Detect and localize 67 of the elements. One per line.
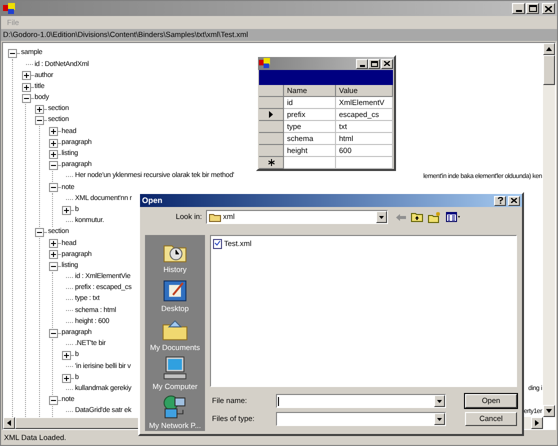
- minimize-icon: [516, 10, 522, 12]
- close-button[interactable]: [381, 58, 393, 68]
- scroll-right-button[interactable]: [531, 417, 543, 429]
- new-row-icon: [268, 159, 274, 166]
- vertical-scrollbar[interactable]: [543, 43, 555, 417]
- row-header[interactable]: [259, 157, 284, 169]
- collapse-icon[interactable]: [22, 94, 30, 103]
- header-corner: [259, 85, 284, 97]
- maximize-icon: [528, 5, 536, 12]
- collapse-icon[interactable]: [48, 262, 58, 271]
- close-button[interactable]: [508, 196, 520, 206]
- expand-icon[interactable]: [62, 374, 71, 383]
- expand-icon[interactable]: [62, 206, 71, 215]
- maximize-button[interactable]: [368, 58, 380, 68]
- expand-icon[interactable]: [48, 127, 58, 136]
- left-arrow-icon: [7, 420, 11, 426]
- expand-icon[interactable]: [22, 71, 30, 80]
- down-arrow-icon: [546, 409, 552, 413]
- expand-icon[interactable]: [22, 82, 30, 92]
- up-folder-icon[interactable]: [411, 212, 423, 222]
- expand-icon[interactable]: [62, 351, 71, 360]
- maximize-button[interactable]: [526, 3, 539, 14]
- collapse-icon[interactable]: [48, 160, 58, 170]
- expand-icon[interactable]: [48, 239, 58, 248]
- minimize-button[interactable]: [512, 3, 525, 14]
- expand-icon[interactable]: [48, 150, 58, 159]
- maximize-icon: [370, 60, 378, 66]
- app-icon: [259, 58, 270, 69]
- file-name-field[interactable]: [276, 394, 446, 408]
- files-of-type-dropdown[interactable]: [276, 412, 446, 426]
- current-row-icon: [269, 111, 273, 118]
- scroll-down-button[interactable]: [543, 405, 555, 417]
- help-icon: [498, 197, 502, 204]
- down-arrow-icon: [379, 216, 384, 218]
- view-menu-icon[interactable]: [446, 212, 462, 222]
- new-folder-icon[interactable]: [428, 212, 441, 222]
- minimize-button[interactable]: [356, 58, 368, 68]
- down-arrow-icon: [437, 400, 442, 402]
- minimize-icon: [360, 64, 364, 66]
- collapse-icon[interactable]: [35, 228, 44, 238]
- close-icon: [545, 6, 552, 12]
- scroll-up-button[interactable]: [543, 43, 555, 55]
- expand-icon[interactable]: [35, 105, 44, 114]
- collapse-icon[interactable]: [48, 183, 58, 192]
- row-header[interactable]: [259, 109, 284, 121]
- close-icon: [511, 198, 517, 203]
- scroll-thumb[interactable]: [543, 55, 555, 85]
- computer-icon[interactable]: [160, 355, 189, 381]
- close-icon: [384, 61, 390, 66]
- help-button[interactable]: [494, 196, 506, 206]
- up-arrow-icon: [546, 47, 552, 51]
- dropdown-button[interactable]: [434, 413, 445, 425]
- app-icon: [3, 2, 15, 14]
- collapse-icon[interactable]: [48, 396, 58, 405]
- folder-icon: [209, 212, 221, 222]
- expand-icon[interactable]: [48, 138, 58, 148]
- dropdown-button[interactable]: [434, 395, 445, 407]
- scroll-left-button[interactable]: [3, 417, 15, 429]
- collapse-icon[interactable]: [35, 116, 44, 126]
- collapse-icon[interactable]: [8, 49, 17, 58]
- right-arrow-icon: [535, 420, 539, 426]
- down-arrow-icon: [437, 418, 442, 420]
- collapse-icon[interactable]: [48, 328, 58, 338]
- dropdown-button[interactable]: [376, 211, 387, 223]
- close-button[interactable]: [542, 3, 555, 14]
- expand-icon[interactable]: [48, 250, 58, 260]
- dialog-title: Open: [142, 194, 162, 206]
